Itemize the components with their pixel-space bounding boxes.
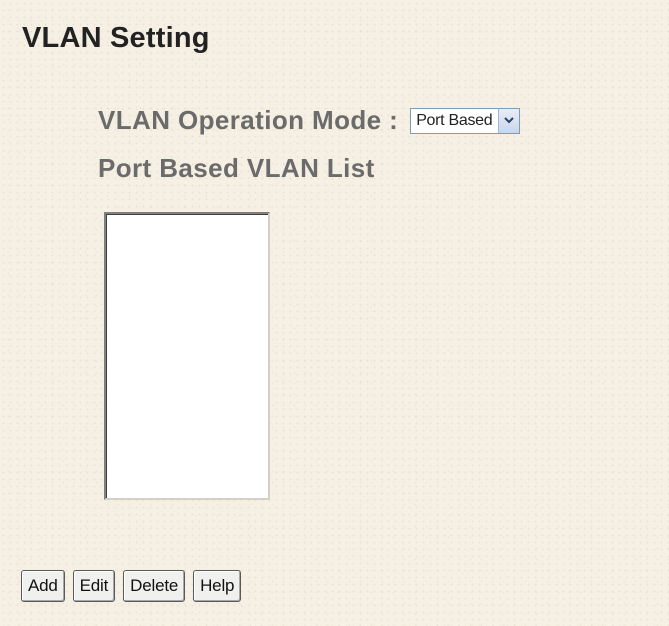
vlan-mode-label: VLAN Operation Mode : xyxy=(98,105,399,135)
vlan-list-heading: Port Based VLAN List xyxy=(98,153,375,183)
vlan-mode-selected-value: Port Based xyxy=(416,111,493,129)
vlan-mode-row: VLAN Operation Mode : Port Based xyxy=(98,105,521,136)
page-title: VLAN Setting xyxy=(22,22,210,54)
chevron-down-icon xyxy=(504,117,515,124)
add-button[interactable]: Add xyxy=(21,570,65,602)
action-buttons: Add Edit Delete Help xyxy=(21,570,242,602)
dropdown-button[interactable] xyxy=(498,108,520,133)
port-based-vlan-listbox[interactable] xyxy=(104,212,270,500)
vlan-mode-select[interactable]: Port Based xyxy=(410,107,521,134)
delete-button[interactable]: Delete xyxy=(123,570,186,602)
help-button[interactable]: Help xyxy=(193,570,242,602)
edit-button[interactable]: Edit xyxy=(72,570,116,602)
